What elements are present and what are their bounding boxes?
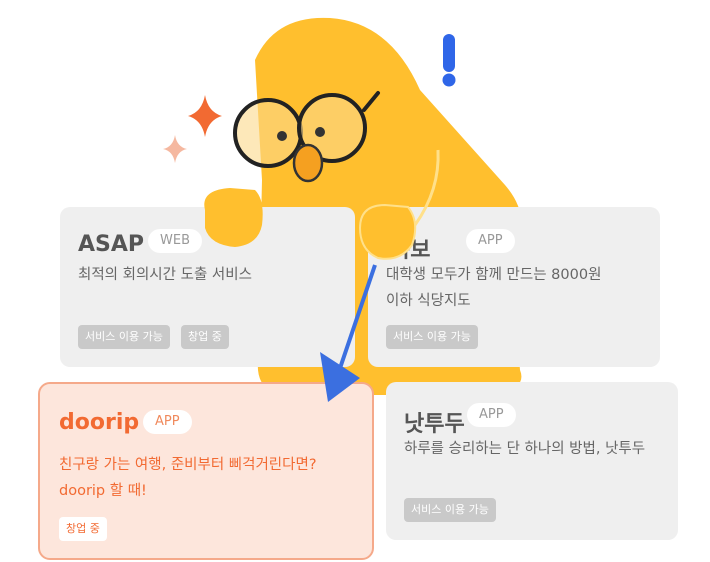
beak-icon xyxy=(292,143,324,183)
left-hand-icon xyxy=(204,188,263,247)
exclamation-icon xyxy=(443,34,455,72)
glasses-icon xyxy=(233,98,303,168)
character-illustration xyxy=(163,34,456,402)
arrow-icon xyxy=(334,264,377,381)
sparkle-icon xyxy=(188,95,222,137)
right-hand-icon xyxy=(358,203,417,260)
sparkle-icon xyxy=(163,135,187,163)
